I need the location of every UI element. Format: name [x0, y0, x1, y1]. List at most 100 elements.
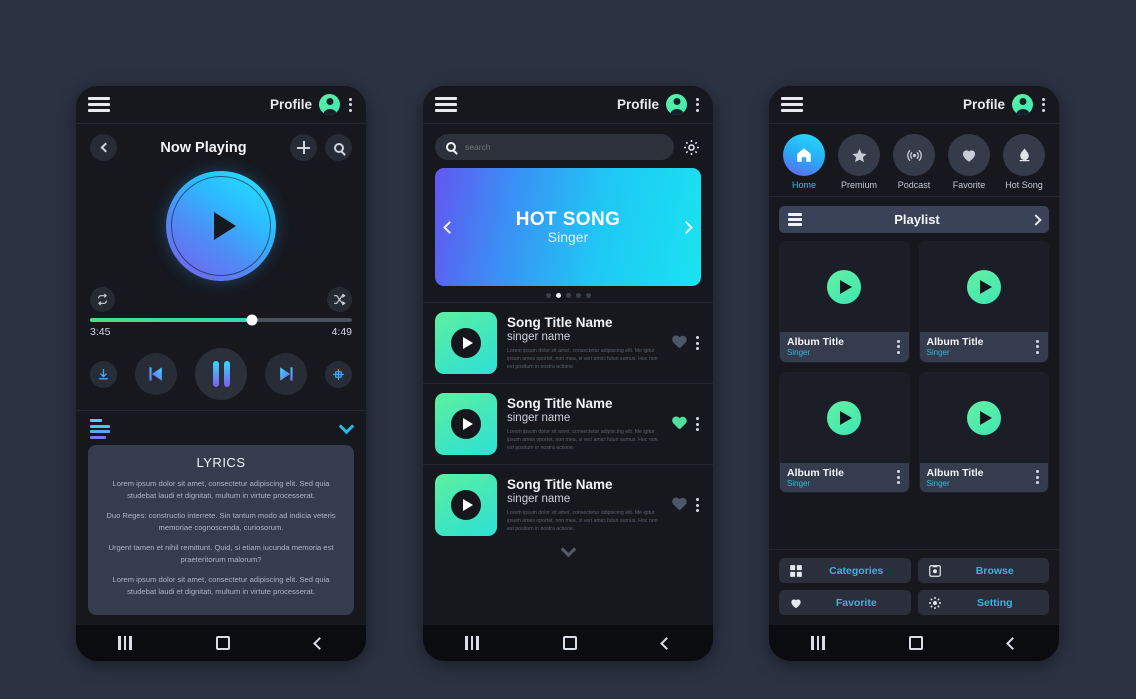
list-item[interactable]: Song Title Name singer name Lorem ipsum … [423, 464, 713, 545]
overflow-menu-icon[interactable] [1040, 96, 1047, 114]
top-bar-right: Profile [617, 94, 701, 115]
repeat-button[interactable] [90, 287, 115, 312]
progress-area: 3:45 4:49 [76, 312, 366, 338]
favorite-icon[interactable] [672, 336, 687, 350]
carousel-dot-active[interactable] [555, 293, 561, 298]
avatar[interactable] [1012, 94, 1033, 115]
pause-icon [212, 361, 230, 387]
search-box[interactable] [435, 134, 674, 160]
play-badge[interactable] [966, 270, 1001, 304]
setting-button[interactable]: Setting [917, 590, 1049, 615]
avatar[interactable] [666, 94, 687, 115]
progress-fill [90, 318, 253, 322]
categories-button[interactable]: Categories [779, 558, 911, 583]
phone-library: Profile Home Premium Podcast Favorite Ho… [769, 86, 1059, 661]
album-overflow-icon[interactable] [1034, 468, 1041, 486]
total-time: 4:49 [331, 326, 352, 338]
download-button[interactable] [90, 360, 117, 388]
settings-button[interactable] [682, 138, 701, 157]
avatar[interactable] [319, 94, 340, 115]
song-blurb: Lorem ipsum dolor sit amet, consectetur … [507, 509, 658, 532]
play-badge [451, 328, 481, 358]
recents-button[interactable] [118, 636, 132, 650]
screen-home: Profile search HOT SONG Singer Song Titl… [423, 86, 713, 625]
home-button[interactable] [909, 636, 924, 650]
song-thumbnail[interactable] [435, 312, 497, 374]
previous-button[interactable] [135, 353, 177, 395]
play-disc-button[interactable] [166, 171, 276, 281]
bottom-menu: Categories Browse Favorite Setting [769, 549, 1059, 625]
heart-icon [791, 598, 801, 608]
page-title: Now Playing [160, 139, 247, 156]
song-overflow-icon[interactable] [694, 334, 701, 352]
search-icon [333, 142, 344, 153]
carousel-dot[interactable] [575, 293, 581, 298]
album-card[interactable]: Album Title Singer [918, 241, 1049, 363]
list-item[interactable]: Song Title Name singer name Lorem ipsum … [423, 302, 713, 383]
carousel-dot[interactable] [585, 293, 591, 298]
secondary-controls [76, 281, 366, 312]
play-badge[interactable] [827, 400, 862, 435]
search-icon [446, 142, 456, 152]
chevron-right-icon[interactable] [1030, 213, 1042, 226]
album-overflow-icon[interactable] [895, 468, 902, 486]
album-overflow-icon[interactable] [895, 338, 902, 356]
overflow-menu-icon[interactable] [694, 96, 701, 114]
progress-knob[interactable] [246, 314, 258, 326]
menu-icon[interactable] [781, 97, 803, 112]
star-icon [851, 148, 867, 162]
search-button[interactable] [325, 134, 352, 161]
equalizer-icon[interactable] [90, 419, 110, 439]
home-button[interactable] [216, 636, 231, 650]
next-button[interactable] [265, 353, 307, 395]
play-badge[interactable] [966, 400, 1001, 435]
back-button[interactable] [90, 134, 117, 161]
recents-button[interactable] [465, 636, 479, 650]
playlist-bar[interactable]: Playlist [779, 206, 1049, 233]
chevron-down-icon[interactable] [560, 541, 576, 558]
pause-button[interactable] [195, 348, 247, 400]
nav-item-favorite[interactable]: Favorite [944, 134, 994, 190]
play-badge[interactable] [827, 270, 862, 304]
album-card[interactable]: Album Title Singer [918, 371, 1049, 494]
expand-button[interactable] [325, 360, 352, 388]
song-singer: singer name [507, 492, 571, 505]
recents-button[interactable] [811, 636, 825, 650]
list-item[interactable]: Song Title Name singer name Lorem ipsum … [423, 383, 713, 464]
overflow-menu-icon[interactable] [347, 96, 354, 114]
song-overflow-icon[interactable] [694, 415, 701, 433]
song-thumbnail[interactable] [435, 393, 497, 455]
progress-slider[interactable] [90, 314, 352, 326]
song-actions [672, 334, 701, 352]
back-nav-button[interactable] [659, 636, 673, 650]
back-nav-button[interactable] [1005, 636, 1019, 650]
favorite-button[interactable]: Favorite [779, 590, 911, 615]
favorite-icon-active[interactable] [672, 417, 687, 431]
menu-icon[interactable] [88, 97, 110, 112]
album-overflow-icon[interactable] [1034, 338, 1041, 356]
album-card[interactable]: Album Title Singer [779, 371, 910, 494]
browse-button[interactable]: Browse [917, 558, 1049, 583]
collapse-chevron-icon[interactable] [338, 418, 355, 435]
nav-item-premium[interactable]: Premium [834, 134, 884, 190]
song-overflow-icon[interactable] [694, 496, 701, 514]
nav-item-hot-song[interactable]: Hot Song [999, 134, 1049, 190]
carousel-dot[interactable] [545, 293, 551, 298]
show-more-row[interactable] [423, 541, 713, 558]
add-button[interactable] [290, 134, 317, 161]
back-nav-button[interactable] [312, 636, 326, 650]
banner-next-icon[interactable] [680, 220, 693, 234]
shuffle-button[interactable] [327, 287, 352, 312]
song-meta: Song Title Name singer name Lorem ipsum … [507, 477, 662, 533]
carousel-dot[interactable] [565, 293, 571, 298]
search-input[interactable] [465, 142, 663, 152]
nav-item-podcast[interactable]: Podcast [889, 134, 939, 190]
nav-item-home[interactable]: Home [779, 134, 829, 190]
category-nav: Home Premium Podcast Favorite Hot Song [769, 124, 1059, 197]
song-thumbnail[interactable] [435, 474, 497, 536]
hot-song-banner[interactable]: HOT SONG Singer [435, 168, 701, 286]
album-card[interactable]: Album Title Singer [779, 241, 910, 363]
menu-icon[interactable] [435, 97, 457, 112]
home-button[interactable] [563, 636, 578, 650]
favorite-icon[interactable] [672, 498, 687, 512]
